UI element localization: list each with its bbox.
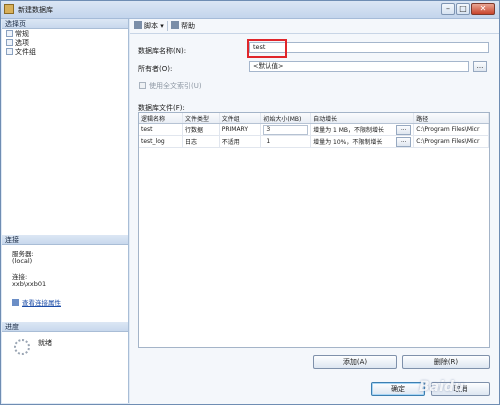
- cancel-button[interactable]: 取消: [431, 382, 490, 396]
- cell-initial-size[interactable]: 1: [260, 135, 312, 148]
- fulltext-checkbox-row[interactable]: 使用全文索引(U): [139, 81, 202, 91]
- left-pane: 选择页 常规 选项 文件组 连接 服务器: (local) 连接: xxb\xx…: [2, 19, 129, 403]
- col-header-filegroup[interactable]: 文件组: [219, 113, 262, 124]
- page-icon: [6, 39, 13, 46]
- page-options[interactable]: 选项: [6, 39, 29, 48]
- script-button[interactable]: 脚本 ▾: [134, 19, 164, 33]
- owner-browse-button[interactable]: ...: [473, 61, 487, 72]
- highlight-box: [247, 39, 287, 58]
- cell-initial-size[interactable]: 3: [260, 123, 312, 136]
- autogrowth-browse-button[interactable]: ...: [396, 136, 412, 147]
- close-button[interactable]: ✕: [471, 3, 495, 15]
- col-header-file-type[interactable]: 文件类型: [182, 113, 220, 124]
- cell-autogrowth: ... 增量为 1 MB，不限制增长: [310, 123, 415, 136]
- col-header-initial-size[interactable]: 初始大小(MB): [260, 113, 312, 124]
- autogrowth-browse-button[interactable]: ...: [396, 124, 412, 135]
- properties-icon: [12, 299, 19, 306]
- add-button[interactable]: 添加(A): [313, 355, 397, 369]
- window-title: 新建数据库: [18, 6, 53, 14]
- fulltext-label: 使用全文索引(U): [149, 82, 202, 90]
- page-label: 文件组: [15, 48, 36, 56]
- page-label: 常规: [15, 30, 29, 38]
- progress-status: 就绪: [38, 339, 52, 347]
- new-database-dialog: 新建数据库 – □ ✕ 选择页 常规 选项 文件组 连接 服务器: (local…: [0, 0, 500, 405]
- owner-label: 所有者(O):: [138, 65, 173, 73]
- autogrowth-text: 增量为 1 MB，不限制增长: [313, 126, 385, 134]
- help-icon: [171, 21, 179, 29]
- cell-path[interactable]: C:\Program Files\Micr: [413, 135, 489, 148]
- autogrowth-text: 增量为 10%，不限制增长: [313, 138, 383, 146]
- cell-logical-name[interactable]: test_log: [139, 135, 183, 148]
- table-row[interactable]: test_log 日志 不适用 1 ... 增量为 10%，不限制增长 C:\Pr…: [139, 135, 489, 148]
- script-icon: [134, 21, 142, 29]
- cell-file-type: 日志: [182, 135, 220, 148]
- progress-spinner-icon: [14, 339, 30, 355]
- owner-input[interactable]: <默认值>: [249, 61, 469, 72]
- col-header-logical-name[interactable]: 逻辑名称: [139, 113, 183, 124]
- col-header-path[interactable]: 路径: [413, 113, 489, 124]
- title-bar: 新建数据库 – □ ✕: [1, 1, 499, 19]
- table-row[interactable]: test 行数据 PRIMARY 3 ... 增量为 1 MB，不限制增长 C:\…: [139, 123, 489, 136]
- remove-button[interactable]: 删除(R): [402, 355, 490, 369]
- ok-button[interactable]: 确定: [371, 382, 425, 396]
- fulltext-checkbox[interactable]: [139, 82, 146, 89]
- page-icon: [6, 30, 13, 37]
- view-connection-properties-link[interactable]: 查看连接属性: [12, 297, 61, 307]
- page-label: 选项: [15, 39, 29, 47]
- page-filegroups[interactable]: 文件组: [6, 48, 36, 57]
- col-header-autogrowth[interactable]: 自动增长: [310, 113, 415, 124]
- help-button[interactable]: 帮助: [171, 19, 195, 33]
- select-page-header: 选择页: [2, 19, 128, 29]
- progress-header: 进度: [2, 322, 128, 332]
- db-name-label: 数据库名称(N):: [138, 47, 187, 55]
- cell-filegroup: 不适用: [219, 135, 262, 148]
- grid-header-row: 逻辑名称 文件类型 文件组 初始大小(MB) 自动增长 路径: [139, 113, 489, 124]
- database-files-grid: 逻辑名称 文件类型 文件组 初始大小(MB) 自动增长 路径 test 行数据 …: [138, 112, 490, 348]
- connection-header: 连接: [2, 235, 128, 245]
- initial-size-input[interactable]: 3: [263, 124, 309, 135]
- toolbar: 脚本 ▾ 帮助: [130, 19, 499, 34]
- cell-logical-name[interactable]: test: [139, 123, 183, 136]
- link-label: 查看连接属性: [22, 299, 61, 307]
- script-label: 脚本 ▾: [144, 22, 164, 30]
- page-icon: [6, 48, 13, 55]
- initial-size-input[interactable]: 1: [263, 136, 309, 147]
- database-icon: [4, 4, 14, 14]
- connection-value: xxb\xxb01: [12, 280, 47, 288]
- toolbar-separator: [167, 21, 168, 31]
- page-general[interactable]: 常规: [6, 30, 29, 39]
- help-label: 帮助: [181, 22, 195, 30]
- server-value: (local): [12, 257, 33, 265]
- minimize-button[interactable]: –: [441, 3, 455, 15]
- cell-path[interactable]: C:\Program Files\Micr: [413, 123, 489, 136]
- cell-filegroup: PRIMARY: [219, 123, 262, 136]
- cell-file-type: 行数据: [182, 123, 220, 136]
- maximize-button[interactable]: □: [456, 3, 470, 15]
- cell-autogrowth: ... 增量为 10%，不限制增长: [310, 135, 415, 148]
